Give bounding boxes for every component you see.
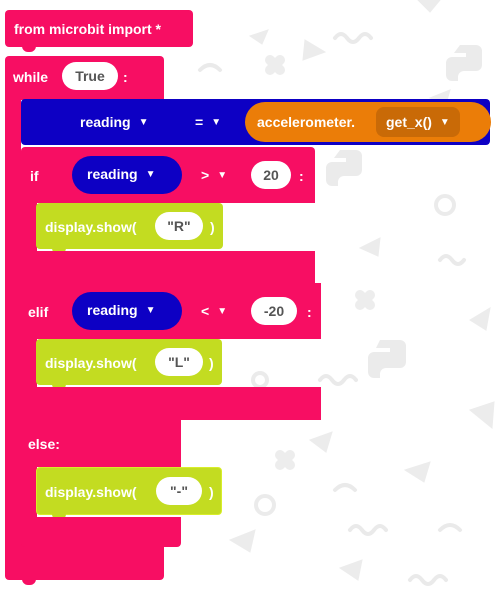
assign-operator: = bbox=[195, 114, 204, 130]
caret-down-icon: ▼ bbox=[145, 304, 156, 316]
while-condition-field[interactable]: True bbox=[62, 62, 118, 90]
if-value-field[interactable]: 20 bbox=[251, 161, 291, 189]
display-close-paren: ) bbox=[210, 219, 215, 235]
method-dropdown[interactable]: get_x() ▼ bbox=[376, 107, 460, 137]
triangle-shape bbox=[338, 559, 363, 581]
if-variable-name: reading bbox=[87, 166, 138, 182]
swirl-shape bbox=[333, 32, 373, 44]
triangle-shape bbox=[358, 237, 381, 257]
import-block[interactable]: from microbit import * bbox=[5, 10, 193, 47]
elif-header[interactable]: elif reading ▼ < ▼ -20 : bbox=[21, 283, 321, 339]
swirl-shape bbox=[348, 524, 388, 536]
if-footer[interactable] bbox=[21, 251, 315, 284]
elif-colon: : bbox=[307, 304, 312, 320]
caret-down-icon: ▼ bbox=[217, 169, 228, 181]
elif-operator-dropdown[interactable]: < ▼ bbox=[201, 303, 227, 319]
swirl-shape bbox=[438, 523, 462, 532]
elif-variable-name: reading bbox=[87, 302, 138, 318]
while-block-footer[interactable] bbox=[5, 546, 164, 580]
swirl-shape bbox=[438, 254, 466, 266]
if-operator: > bbox=[201, 167, 210, 183]
else-header[interactable]: else: bbox=[21, 419, 181, 467]
display-arg-dash: "-" bbox=[170, 483, 188, 499]
display-arg-r: "R" bbox=[167, 218, 191, 234]
display-show-r-block[interactable]: display.show( "R" ) bbox=[36, 203, 223, 249]
if-operator-dropdown[interactable]: > ▼ bbox=[201, 167, 227, 183]
display-show-dash-block[interactable]: display.show( "-" ) bbox=[36, 467, 222, 515]
display-arg-l: "L" bbox=[168, 354, 190, 370]
cross-shape bbox=[355, 290, 375, 310]
caret-down-icon: ▼ bbox=[217, 305, 228, 317]
if-variable-dropdown[interactable]: reading ▼ bbox=[87, 166, 155, 182]
triangle-shape bbox=[469, 307, 491, 331]
elif-keyword: elif bbox=[28, 304, 49, 320]
while-condition-value: True bbox=[75, 68, 105, 84]
assign-operator-dropdown[interactable]: = ▼ bbox=[195, 114, 221, 130]
display-show-call: display.show( bbox=[45, 355, 137, 371]
display-arg-field-r[interactable]: "R" bbox=[155, 212, 203, 240]
while-block-header[interactable]: while True : bbox=[5, 56, 164, 100]
python-logo-shape bbox=[446, 45, 482, 81]
python-logo-shape bbox=[368, 340, 406, 378]
caret-down-icon: ▼ bbox=[439, 116, 450, 128]
triangle-shape bbox=[308, 431, 333, 453]
gear-shape bbox=[251, 371, 269, 389]
triangle-shape bbox=[248, 29, 269, 45]
elif-variable-dropdown[interactable]: reading ▼ bbox=[87, 302, 155, 318]
display-show-l-block[interactable]: display.show( "L" ) bbox=[36, 339, 222, 385]
triangle-shape bbox=[228, 529, 256, 553]
while-keyword: while bbox=[13, 69, 49, 85]
method-name: get_x() bbox=[386, 114, 432, 130]
display-show-call: display.show( bbox=[45, 219, 137, 235]
triangle-shape bbox=[417, 0, 441, 13]
gear-shape bbox=[434, 194, 456, 216]
accelerometer-block[interactable]: accelerometer. get_x() ▼ bbox=[245, 102, 491, 142]
swirl-shape bbox=[408, 574, 448, 586]
if-colon: : bbox=[299, 168, 304, 184]
caret-down-icon: ▼ bbox=[138, 116, 149, 128]
import-label: from microbit import * bbox=[14, 21, 162, 37]
if-keyword: if bbox=[30, 168, 39, 184]
display-arg-field-l[interactable]: "L" bbox=[155, 348, 203, 376]
else-footer[interactable] bbox=[21, 517, 181, 547]
elif-variable-block[interactable]: reading ▼ bbox=[72, 292, 182, 330]
variable-name: reading bbox=[80, 114, 131, 130]
swirl-shape bbox=[318, 374, 358, 386]
display-show-call: display.show( bbox=[45, 484, 137, 500]
gear-shape bbox=[254, 494, 276, 516]
triangle-shape bbox=[468, 401, 495, 429]
if-header[interactable]: if reading ▼ > ▼ 20 : bbox=[21, 147, 315, 203]
elif-footer[interactable] bbox=[21, 387, 321, 420]
triangle-shape bbox=[302, 39, 327, 61]
cross-shape bbox=[265, 55, 285, 75]
display-close-paren: ) bbox=[209, 484, 214, 500]
swirl-shape bbox=[333, 483, 357, 492]
caret-down-icon: ▼ bbox=[145, 168, 156, 180]
accelerometer-module: accelerometer. bbox=[257, 114, 356, 130]
cross-shape bbox=[275, 450, 295, 470]
display-close-paren: ) bbox=[209, 355, 214, 371]
triangle-shape bbox=[403, 461, 431, 483]
else-keyword: else: bbox=[28, 436, 60, 452]
if-value: 20 bbox=[263, 167, 279, 183]
while-colon: : bbox=[123, 69, 128, 85]
elif-value: -20 bbox=[263, 303, 285, 319]
variable-dropdown[interactable]: reading ▼ bbox=[80, 114, 148, 130]
display-arg-field-dash[interactable]: "-" bbox=[156, 477, 202, 505]
if-variable-block[interactable]: reading ▼ bbox=[72, 156, 182, 194]
assignment-block[interactable]: reading ▼ = ▼ accelerometer. get_x() ▼ bbox=[21, 99, 491, 145]
elif-operator: < bbox=[201, 303, 210, 319]
caret-down-icon: ▼ bbox=[211, 116, 222, 128]
python-logo-shape bbox=[326, 150, 362, 186]
while-block-spine bbox=[5, 99, 21, 551]
elif-value-field[interactable]: -20 bbox=[251, 297, 297, 325]
swirl-shape bbox=[198, 63, 222, 72]
